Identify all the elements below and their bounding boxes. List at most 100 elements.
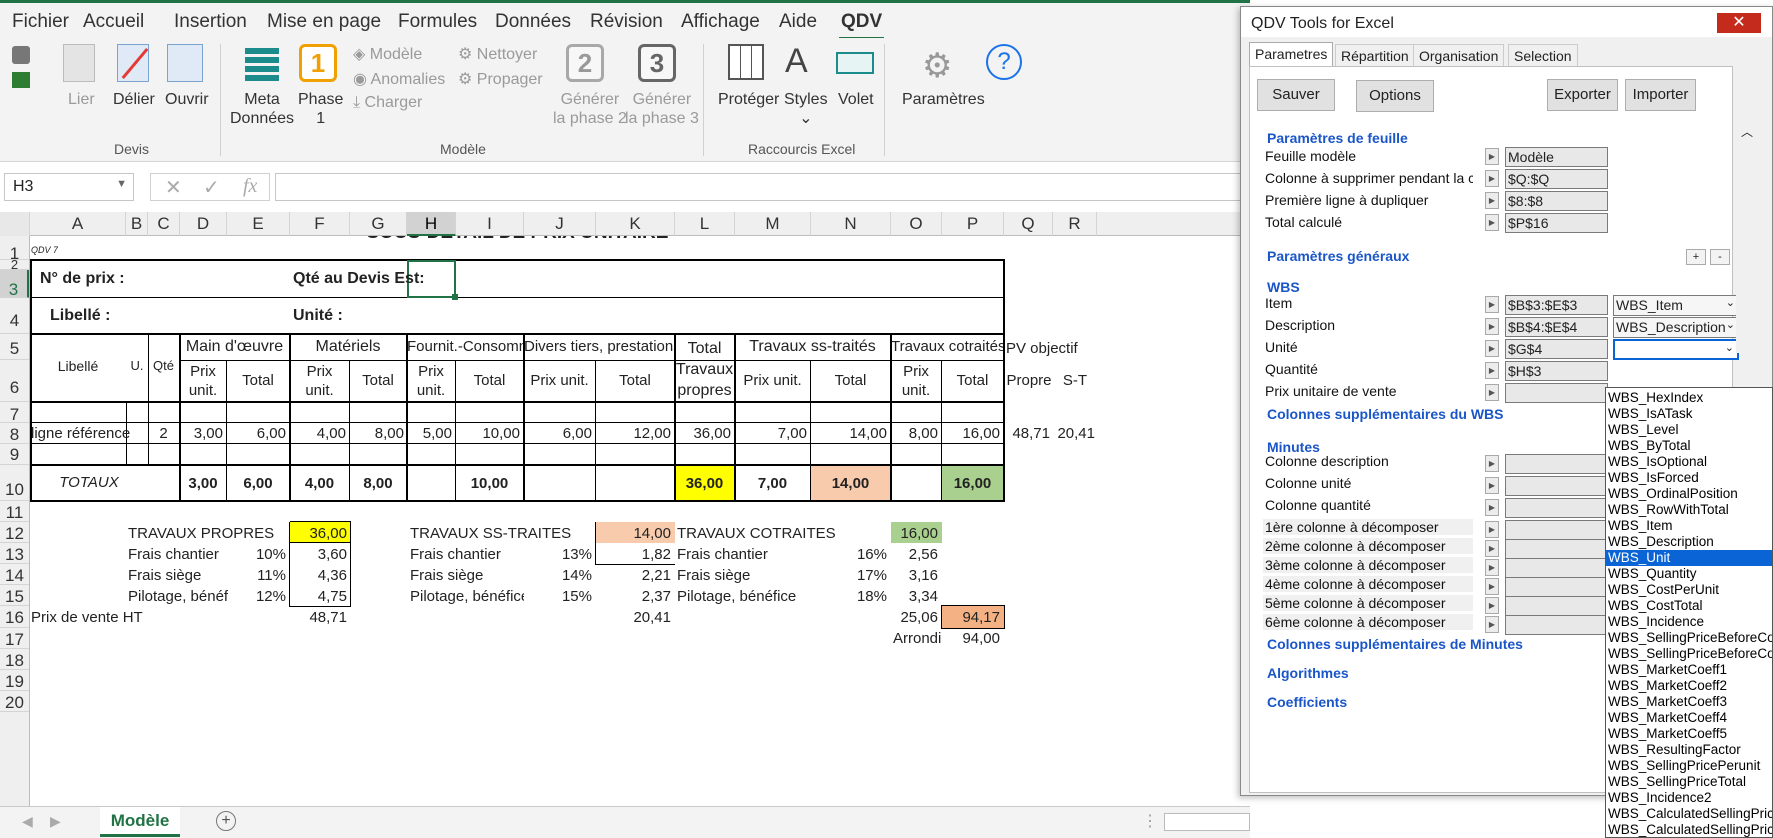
dropdown-option[interactable]: WBS_MarketCoeff5 (1606, 726, 1772, 742)
collapse-minus-button[interactable]: - (1710, 249, 1730, 265)
row-header[interactable]: 15 (0, 585, 29, 606)
decomposer-2-input[interactable] (1505, 539, 1608, 559)
dropdown-option[interactable]: WBS_MarketCoeff3 (1606, 694, 1772, 710)
dropdown-option[interactable]: WBS_Incidence (1606, 614, 1772, 630)
expand-arrow-icon[interactable]: ▶ (1485, 540, 1499, 557)
add-sheet-icon[interactable]: + (216, 811, 236, 831)
nettoyer-button[interactable]: ⚙ Nettoyer (458, 44, 537, 64)
expand-arrow-icon[interactable]: ▶ (1485, 148, 1499, 165)
section-parametres-generaux[interactable]: Paramètres généraux (1267, 248, 1409, 264)
row-header[interactable]: 9 (0, 444, 29, 465)
dropdown-option[interactable]: WBS_SellingPriceBeforeCo (1606, 630, 1772, 646)
column-header[interactable]: I (456, 212, 524, 236)
column-header[interactable]: G (350, 212, 407, 236)
column-header[interactable]: O (891, 212, 942, 236)
expand-arrow-icon[interactable]: ▶ (1485, 170, 1499, 187)
generer-phase-3-button[interactable]: Générer la phase 3 (625, 90, 699, 128)
minutes-colonne-unite-input[interactable] (1505, 476, 1608, 496)
row-header[interactable]: 19 (0, 670, 29, 691)
tab-repartition[interactable]: Répartition (1335, 44, 1415, 66)
row-header[interactable]: 18 (0, 649, 29, 670)
dropdown-option[interactable]: WBS_Description (1606, 534, 1772, 550)
expand-arrow-icon[interactable]: ▶ (1485, 340, 1499, 357)
dropdown-option[interactable]: WBS_SellingPriceTotal (1606, 774, 1772, 790)
expand-arrow-icon[interactable]: ▶ (1485, 477, 1499, 494)
name-box[interactable]: H3 ▼ (4, 173, 134, 201)
help-icon[interactable]: ? (986, 44, 1022, 80)
dropdown-option[interactable]: WBS_IsForced (1606, 470, 1772, 486)
expand-arrow-icon[interactable]: ▶ (1485, 597, 1499, 614)
column-header[interactable]: B (126, 212, 148, 236)
exporter-button[interactable]: Exporter (1547, 79, 1618, 111)
menu-tab-formules[interactable]: Formules (398, 11, 477, 33)
dropdown-option[interactable]: WBS_MarketCoeff1 (1606, 662, 1772, 678)
modele-button[interactable]: ◈ Modèle (353, 44, 422, 64)
menu-tab-fichier[interactable]: Fichier (12, 11, 69, 33)
expand-arrow-icon[interactable]: ▶ (1485, 214, 1499, 231)
section-coefficients[interactable]: Coefficients (1267, 694, 1347, 710)
section-algorithmes[interactable]: Algorithmes (1267, 665, 1349, 681)
tab-selection[interactable]: Selection (1508, 44, 1578, 66)
dropdown-option[interactable]: WBS_OrdinalPosition (1606, 486, 1772, 502)
expand-plus-button[interactable]: + (1686, 249, 1706, 265)
dropdown-option[interactable]: WBS_MarketCoeff4 (1606, 710, 1772, 726)
decomposer-5-input[interactable] (1505, 596, 1608, 616)
column-header[interactable]: C (148, 212, 180, 236)
row-header[interactable]: 16 (0, 606, 29, 628)
wbs-prix-unitaire-input[interactable] (1505, 383, 1608, 403)
panel-scrollbar[interactable]: ︿ (1736, 123, 1756, 353)
row-header[interactable]: 5 (0, 334, 29, 360)
dropdown-option[interactable]: WBS_Unit (1606, 550, 1772, 566)
column-header[interactable]: D (180, 212, 227, 236)
expand-arrow-icon[interactable]: ▶ (1485, 296, 1499, 313)
menu-tab-mise-en-page[interactable]: Mise en page (267, 11, 381, 33)
expand-arrow-icon[interactable]: ▶ (1485, 499, 1499, 516)
row-header[interactable]: 2 (0, 258, 29, 271)
column-header[interactable]: N (811, 212, 891, 236)
generer-phase-2-button[interactable]: Générer la phase 2 (553, 90, 627, 128)
enter-icon[interactable]: ✓ (203, 175, 220, 200)
anomalies-button[interactable]: ◉ Anomalies (353, 69, 445, 89)
options-button[interactable]: Options (1356, 80, 1434, 112)
dropdown-option[interactable]: WBS_CostTotal (1606, 598, 1772, 614)
decomposer-6-input[interactable] (1505, 615, 1608, 635)
row-header[interactable]: 11 (0, 501, 29, 522)
ouvrir-button[interactable]: Ouvrir (165, 90, 209, 109)
phase-1-button[interactable]: Phase 1 (298, 90, 343, 128)
sauver-button[interactable]: Sauver (1257, 79, 1335, 111)
sheet-tab-modele[interactable]: Modèle (100, 807, 180, 837)
dropdown-option[interactable]: WBS_ResultingFactor (1606, 742, 1772, 758)
column-header[interactable]: E (227, 212, 290, 236)
expand-arrow-icon[interactable]: ▶ (1485, 455, 1499, 472)
expand-arrow-icon[interactable]: ▶ (1485, 559, 1499, 576)
row-header[interactable]: 20 (0, 691, 29, 712)
row-header[interactable]: 6 (0, 360, 29, 402)
delier-button[interactable]: Délier (113, 90, 155, 109)
section-colonnes-minutes[interactable]: Colonnes supplémentaires de Minutes (1267, 636, 1523, 652)
wbs-unite-combo[interactable]: ⌄ (1613, 339, 1739, 360)
total-calcule-input[interactable]: $P$16 (1505, 213, 1608, 233)
expand-arrow-icon[interactable]: ▶ (1485, 578, 1499, 595)
wbs-item-input[interactable]: $B$3:$E$3 (1505, 295, 1608, 315)
tab-organisation[interactable]: Organisation (1413, 44, 1505, 66)
horizontal-scrollbar[interactable] (1164, 813, 1250, 831)
tab-next-icon[interactable]: ▶ (50, 813, 61, 830)
dropdown-option[interactable]: WBS_MarketCoeff2 (1606, 678, 1772, 694)
dropdown-option[interactable]: WBS_Item (1606, 518, 1772, 534)
colonne-supprimer-input[interactable]: $Q:$Q (1505, 169, 1608, 189)
column-header[interactable]: A (30, 212, 126, 236)
select-all-corner[interactable] (0, 212, 30, 236)
cancel-icon[interactable]: ✕ (165, 175, 182, 200)
dropdown-option[interactable]: WBS_ByTotal (1606, 438, 1772, 454)
column-header[interactable]: F (290, 212, 350, 236)
decomposer-3-input[interactable] (1505, 558, 1608, 578)
dropdown-option[interactable]: WBS_Quantity (1606, 566, 1772, 582)
dropdown-option[interactable]: WBS_HexIndex (1606, 390, 1772, 406)
menu-tab-donnees[interactable]: Données (495, 11, 571, 33)
row-header[interactable]: 13 (0, 543, 29, 564)
expand-arrow-icon[interactable]: ▶ (1485, 616, 1499, 633)
dropdown-option[interactable]: WBS_Level (1606, 422, 1772, 438)
row-header[interactable]: 17 (0, 628, 29, 649)
column-header-selected[interactable]: H (407, 212, 456, 236)
row-header[interactable]: 12 (0, 522, 29, 543)
